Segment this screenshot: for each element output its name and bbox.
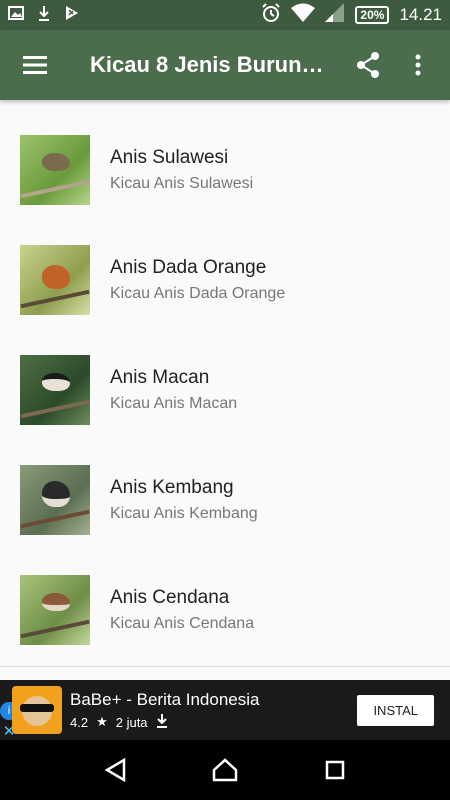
wifi-icon — [291, 3, 316, 28]
list-item[interactable]: Anis Kembang Kicau Anis Kembang — [0, 445, 450, 555]
share-icon — [357, 52, 379, 78]
app-bar: Kicau 8 Jenis Burung Anis — [0, 30, 450, 100]
star-icon: ★ — [96, 714, 108, 729]
item-subtitle: Kicau Anis Cendana — [110, 615, 255, 632]
bird-thumbnail — [20, 575, 90, 645]
play-store-icon — [64, 5, 80, 26]
back-icon — [104, 758, 126, 782]
list-item[interactable]: Anis Sulawesi Kicau Anis Sulawesi — [0, 115, 450, 225]
back-button[interactable] — [95, 750, 135, 790]
bird-thumbnail — [20, 135, 90, 205]
clock: 14.21 — [399, 5, 442, 24]
home-button[interactable] — [205, 750, 245, 790]
divider — [0, 666, 450, 667]
more-vert-icon — [415, 54, 421, 76]
battery-indicator: 20% — [355, 6, 390, 24]
ad-rating: 4.2 — [70, 714, 89, 730]
download-icon — [156, 713, 168, 731]
item-subtitle: Kicau Anis Sulawesi — [110, 175, 254, 192]
item-subtitle: Kicau Anis Macan — [110, 395, 238, 412]
alarm-icon — [261, 2, 281, 28]
recents-icon — [325, 760, 345, 780]
bird-thumbnail — [20, 245, 90, 315]
item-title: Anis Kembang — [110, 477, 234, 498]
ad-downloads: 2 juta — [115, 714, 148, 730]
share-button[interactable] — [343, 30, 393, 100]
app-logo — [12, 686, 62, 734]
item-title: Anis Cendana — [110, 587, 230, 608]
item-title: Anis Sulawesi — [110, 147, 229, 168]
list-item[interactable]: Anis Cendana Kicau Anis Cendana — [0, 555, 450, 665]
page-title: Kicau 8 Jenis Burung Anis — [90, 52, 335, 77]
bird-thumbnail — [20, 355, 90, 425]
item-subtitle: Kicau Anis Kembang — [110, 505, 258, 522]
menu-button[interactable] — [0, 30, 70, 100]
more-options-button[interactable] — [393, 30, 443, 100]
bird-list: Anis Sulawesi Kicau Anis Sulawesi Anis D… — [0, 115, 450, 665]
list-item[interactable]: Anis Macan Kicau Anis Macan — [0, 335, 450, 445]
bird-thumbnail — [20, 465, 90, 535]
install-button[interactable]: INSTAL — [357, 694, 434, 726]
ad-title: BaBe+ - Berita Indonesia — [70, 689, 260, 709]
signal-icon — [325, 2, 345, 28]
download-icon — [36, 5, 52, 26]
item-title: Anis Macan — [110, 367, 210, 388]
recents-button[interactable] — [315, 750, 355, 790]
status-bar: 20% 14.21 — [0, 0, 450, 30]
item-subtitle: Kicau Anis Dada Orange — [110, 285, 286, 302]
list-item[interactable]: Anis Dada Orange Kicau Anis Dada Orange — [0, 225, 450, 335]
home-icon — [212, 758, 238, 782]
navigation-bar — [0, 740, 450, 800]
item-title: Anis Dada Orange — [110, 257, 267, 278]
hamburger-icon — [23, 56, 47, 74]
ad-banner[interactable]: i ✕ BaBe+ - Berita Indonesia 4.2 ★ 2 jut… — [0, 680, 450, 740]
gallery-icon — [8, 5, 24, 26]
